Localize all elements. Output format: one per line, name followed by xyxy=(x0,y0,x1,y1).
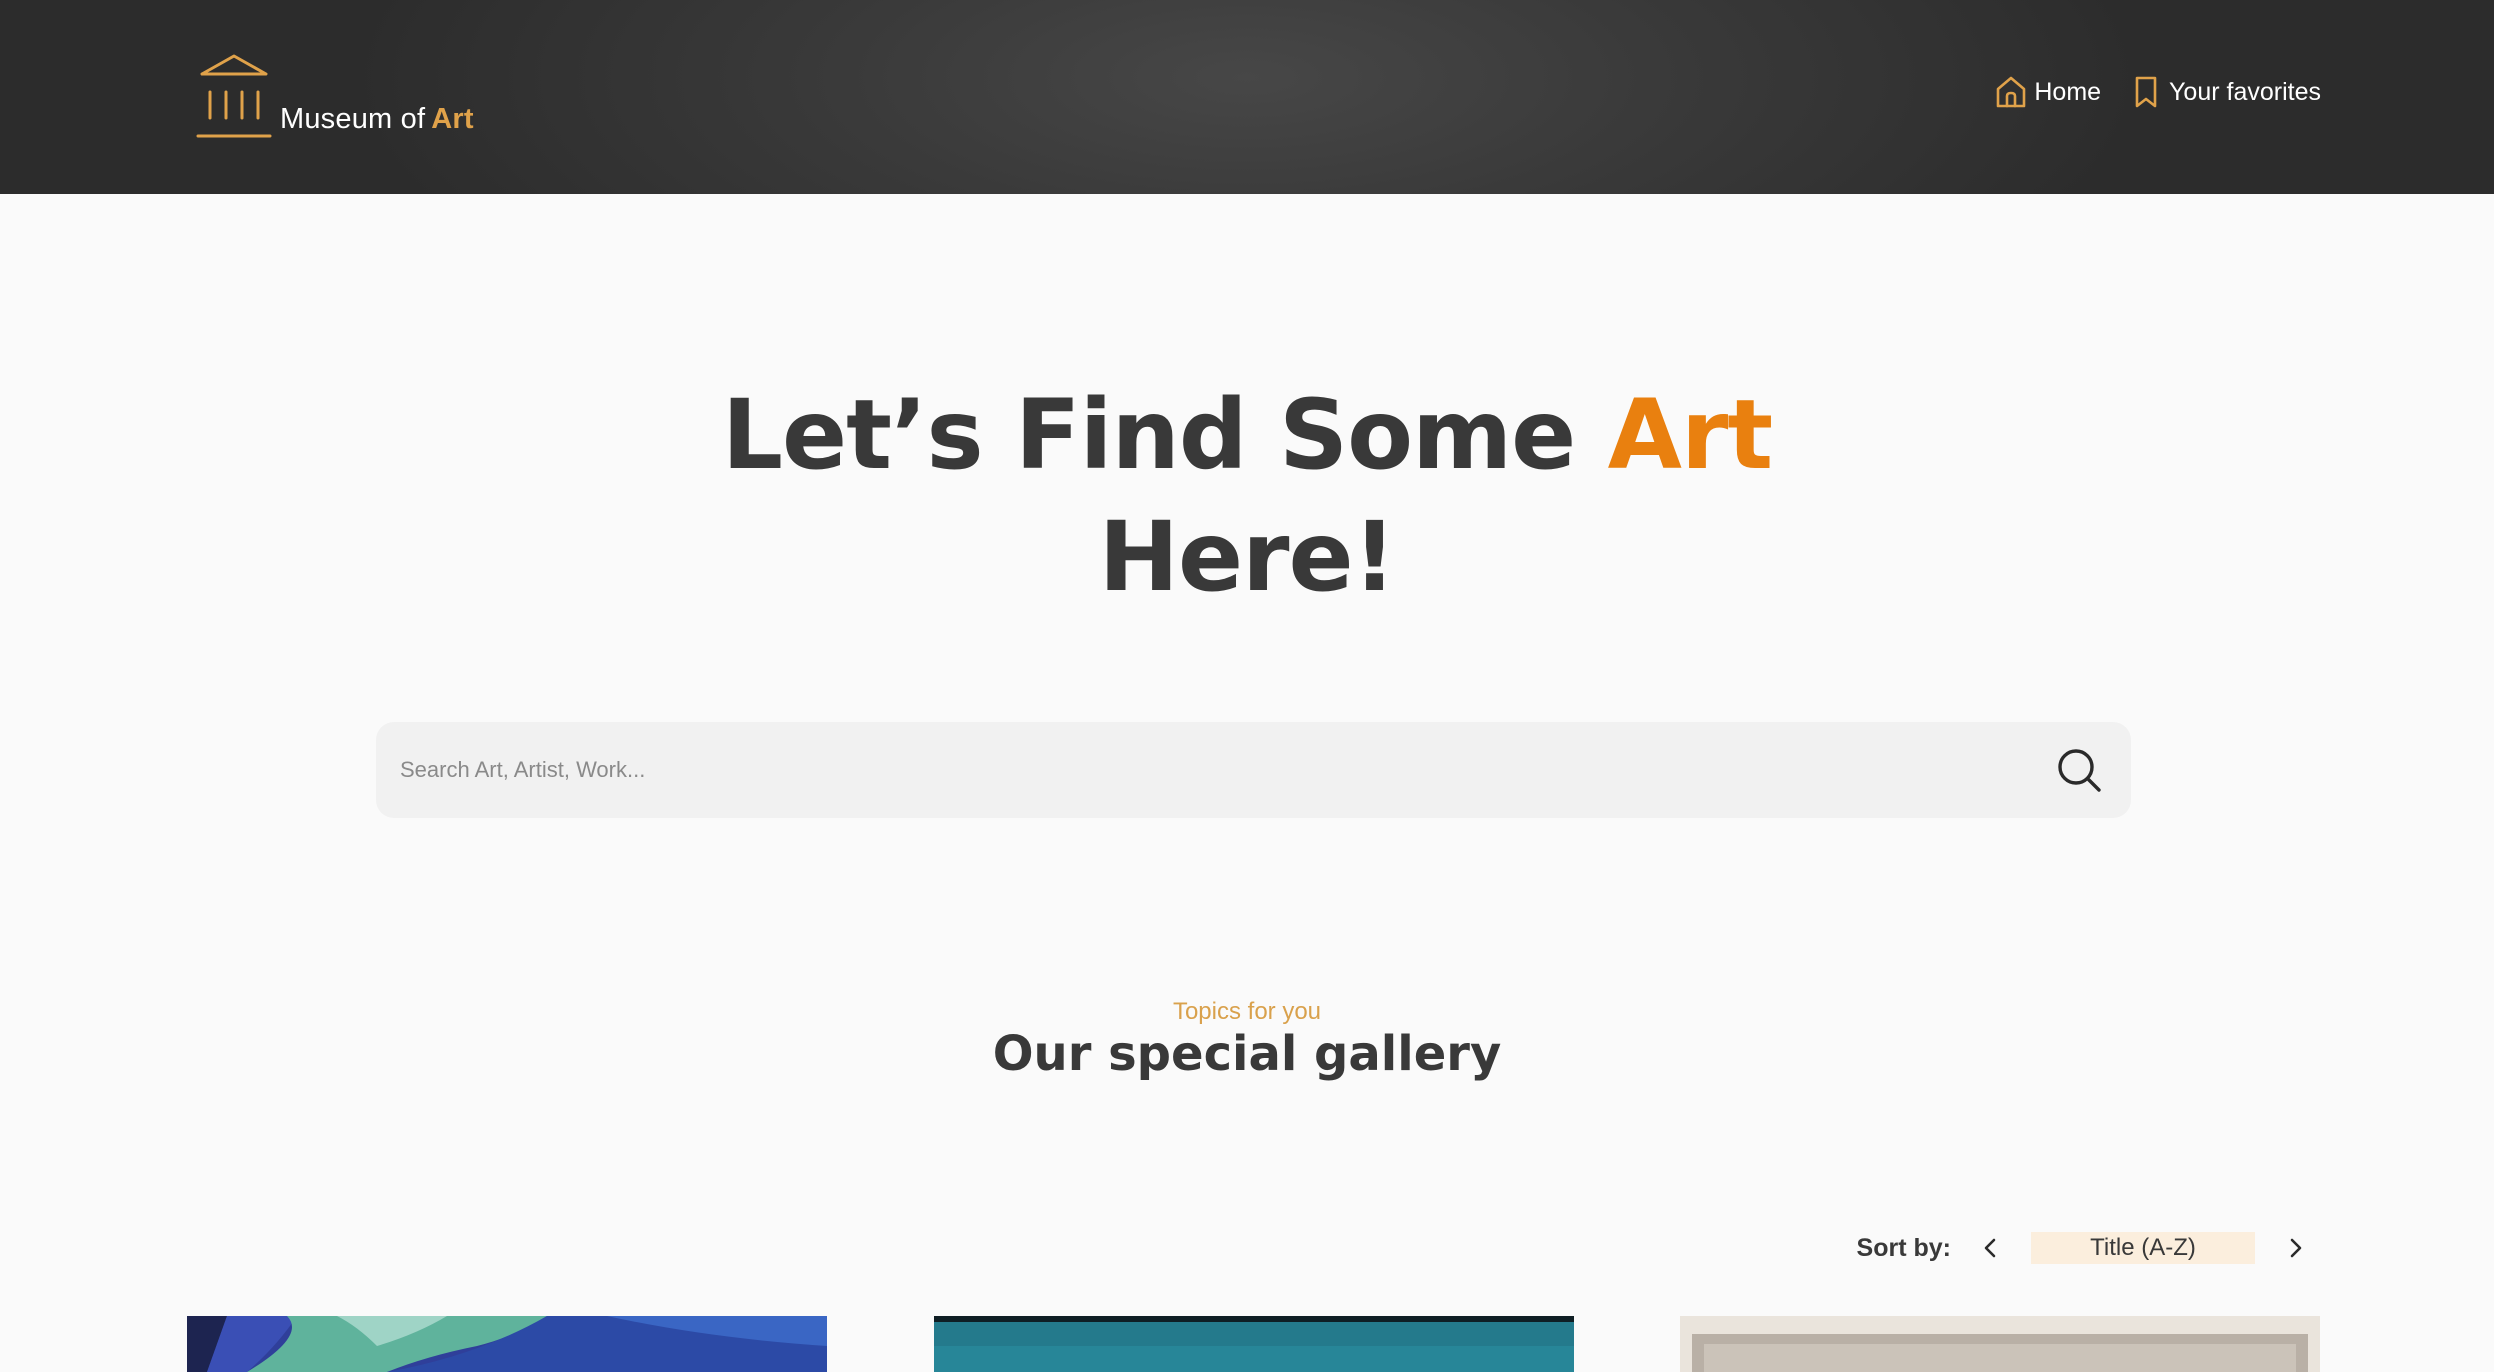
logo-text-accent: Art xyxy=(431,103,474,135)
nav-favorites-label: Your favorites xyxy=(2169,77,2321,106)
gallery-kicker: Topics for you xyxy=(1172,998,1322,1025)
sort-value[interactable]: Title (A-Z) xyxy=(2031,1232,2255,1264)
sort-label: Sort by: xyxy=(1856,1233,1951,1262)
artwork-image xyxy=(1680,1316,2320,1372)
nav-home-label: Home xyxy=(2034,77,2102,106)
gallery-card[interactable] xyxy=(934,1316,1574,1372)
search-input[interactable] xyxy=(400,722,2000,818)
nav-favorites-link[interactable]: Your favorites xyxy=(2129,74,2321,110)
hero-title-accent: Art xyxy=(1607,379,1774,491)
site-logo[interactable]: Museum of Art xyxy=(194,48,474,140)
sort-control: Sort by: Title (A-Z) xyxy=(1857,1226,2313,1270)
search-icon xyxy=(2058,749,2101,792)
sort-next-button[interactable] xyxy=(2277,1230,2313,1266)
gallery-card[interactable] xyxy=(1680,1316,2320,1372)
chevron-left-icon xyxy=(1984,1238,1996,1258)
bookmark-icon xyxy=(2135,76,2157,108)
home-icon xyxy=(1997,76,2026,108)
nav-home-link[interactable]: Home xyxy=(1994,74,2101,110)
logo-text-main: Museum of xyxy=(280,103,426,135)
sort-prev-button[interactable] xyxy=(1973,1230,2009,1266)
site-header: Museum of Art Home Your favorites xyxy=(0,0,2494,194)
museum-columns-icon xyxy=(196,54,272,138)
hero-title-part2: Here! xyxy=(1098,501,1397,613)
search-button[interactable] xyxy=(2055,744,2107,796)
chevron-right-icon xyxy=(2290,1238,2302,1258)
search-bar xyxy=(376,722,2131,818)
hero-title-part1: Let’s Find Some xyxy=(721,379,1576,491)
main-nav: Home Your favorites xyxy=(1994,74,2321,110)
artwork-image xyxy=(187,1316,827,1372)
artwork-image xyxy=(934,1316,1574,1372)
site-logo-text: Museum of Art xyxy=(280,103,474,136)
gallery-card[interactable] xyxy=(187,1316,827,1372)
hero-title: Let’s Find Some Art Here! xyxy=(0,374,2494,618)
gallery-title: Our special gallery xyxy=(992,1026,1502,1082)
